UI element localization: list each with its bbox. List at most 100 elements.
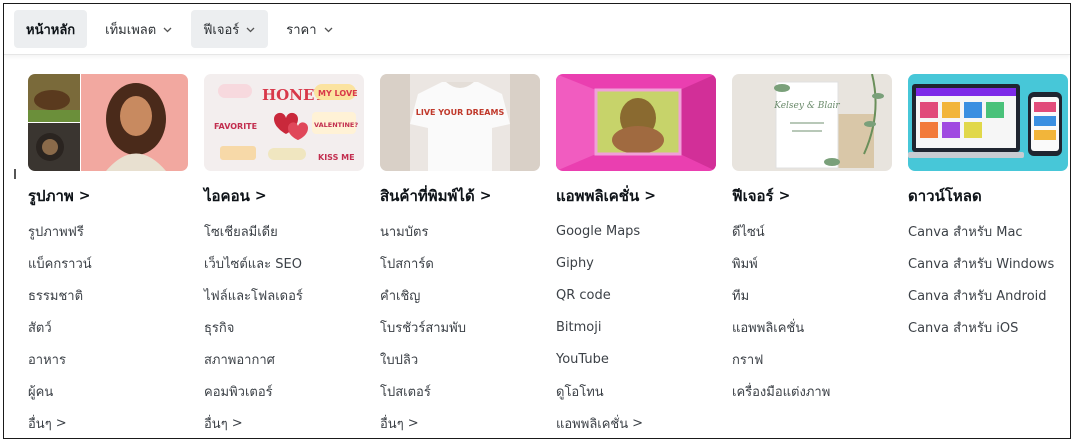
menu-link[interactable]: Canva สำหรับ Android xyxy=(908,279,1068,311)
column-title-text: รูปภาพ xyxy=(28,187,74,205)
menu-link[interactable]: Canva สำหรับ iOS xyxy=(908,311,1068,343)
nav-features[interactable]: ฟีเจอร์ xyxy=(191,10,269,48)
chevron-right-icon: > xyxy=(78,188,91,204)
menu-link[interactable]: แบ็คกราวน์ xyxy=(28,247,188,279)
link-text: ไฟล์และโฟลเดอร์ xyxy=(204,288,303,304)
menu-link[interactable]: โปสการ์ด xyxy=(380,247,540,279)
menu-link[interactable]: รูปภาพฟรี xyxy=(28,215,188,247)
column-title-text: แอพพลิเคชั่น xyxy=(556,187,640,205)
chevron-right-icon: > xyxy=(632,415,644,431)
link-text: โซเชียลมีเดีย xyxy=(204,224,278,240)
menu-link[interactable]: สัตว์ xyxy=(28,311,188,343)
link-text: แบ็คกราวน์ xyxy=(28,256,92,272)
menu-link[interactable]: โปสเตอร์ xyxy=(380,375,540,407)
column-title-text: ดาวน์โหลด xyxy=(908,187,982,205)
top-nav: หน้าหลัก เท็มเพลต ฟีเจอร์ ราคา xyxy=(4,4,1070,55)
chevron-right-icon: > xyxy=(479,188,492,204)
column-title-photos[interactable]: รูปภาพ > xyxy=(28,185,188,207)
nav-pricing-label: ราคา xyxy=(286,22,317,38)
menu-link[interactable]: ดูโอโทน xyxy=(556,375,716,407)
link-text: แอพพลิเคชั่น xyxy=(732,320,805,336)
nav-home-label: หน้าหลัก xyxy=(26,22,76,38)
menu-link[interactable]: ธรรมชาติ xyxy=(28,279,188,311)
menu-link[interactable]: คำเชิญ xyxy=(380,279,540,311)
link-text: ดีไซน์ xyxy=(732,224,765,240)
menu-link[interactable]: โซเชียลมีเดีย xyxy=(204,215,364,247)
menu-link[interactable]: ทีม xyxy=(732,279,892,311)
link-text: เครื่องมือแต่งภาพ xyxy=(732,384,831,400)
chevron-right-icon: > xyxy=(407,415,419,431)
icons-kiss-me-text: KISS ME xyxy=(318,153,355,162)
menu-link[interactable]: กราฟ xyxy=(732,343,892,375)
menu-link[interactable]: สภาพอากาศ xyxy=(204,343,364,375)
chevron-right-icon: > xyxy=(254,188,267,204)
link-text: อื่นๆ xyxy=(28,416,52,432)
chevron-right-icon: > xyxy=(644,188,656,204)
menu-link[interactable]: QR code xyxy=(556,279,716,311)
link-text: อื่นๆ xyxy=(380,416,404,432)
menu-link[interactable]: พิมพ์ xyxy=(732,247,892,279)
chevron-down-icon xyxy=(323,24,334,35)
menu-link[interactable]: แอพพลิเคชั่น xyxy=(732,311,892,343)
printables-thumbnail[interactable]: LIVE YOUR DREAMS xyxy=(380,74,540,171)
chevron-down-icon xyxy=(162,24,173,35)
menu-column-features: Kelsey & Blair ฟีเจอร์ > ดีไซน์ พิมพ์ ที… xyxy=(732,74,892,438)
menu-link[interactable]: นามบัตร xyxy=(380,215,540,247)
nav-templates-label: เท็มเพลต xyxy=(105,22,157,38)
link-text: เว็บไซต์และ SEO xyxy=(204,256,302,272)
menu-link[interactable]: คอมพิวเตอร์ xyxy=(204,375,364,407)
menu-link[interactable]: ไฟล์และโฟลเดอร์ xyxy=(204,279,364,311)
invite-script-text: Kelsey & Blair xyxy=(773,101,840,111)
menu-link[interactable]: เว็บไซต์และ SEO xyxy=(204,247,364,279)
menu-link[interactable]: Google Maps xyxy=(556,215,716,247)
nav-templates[interactable]: เท็มเพลต xyxy=(93,10,185,48)
link-text: Canva สำหรับ Windows xyxy=(908,256,1055,272)
menu-link[interactable]: โบรชัวร์สามพับ xyxy=(380,311,540,343)
menu-link[interactable]: ดีไซน์ xyxy=(732,215,892,247)
link-text: ทีม xyxy=(732,288,750,304)
menu-column-printables: LIVE YOUR DREAMS สินค้าที่พิมพ์ได้ > นาม… xyxy=(380,74,540,438)
nav-home[interactable]: หน้าหลัก xyxy=(14,10,88,48)
link-text: อื่นๆ xyxy=(204,416,228,432)
link-text: Giphy xyxy=(556,255,594,271)
column-title-apps[interactable]: แอพพลิเคชั่น > xyxy=(556,185,716,207)
menu-link[interactable]: ธุรกิจ xyxy=(204,311,364,343)
menu-link-more[interactable]: อื่นๆ > xyxy=(204,407,364,438)
mega-menu-window: หน้าหลัก เท็มเพลต ฟีเจอร์ ราคา รูปภาพ > … xyxy=(3,3,1071,439)
download-thumbnail[interactable] xyxy=(908,74,1068,171)
column-title-icons[interactable]: ไอคอน > xyxy=(204,185,364,207)
menu-link[interactable]: Giphy xyxy=(556,247,716,279)
chevron-right-icon: > xyxy=(231,415,243,431)
menu-link[interactable]: Canva สำหรับ Mac xyxy=(908,215,1068,247)
link-text: โปสเตอร์ xyxy=(380,384,431,400)
link-text: พิมพ์ xyxy=(732,256,758,272)
column-title-features[interactable]: ฟีเจอร์ > xyxy=(732,185,892,207)
icons-thumbnail[interactable]: HONEY MY LOVE FAVORITE VALENTINE? KISS M… xyxy=(204,74,364,171)
column-title-download[interactable]: ดาวน์โหลด xyxy=(908,185,1068,207)
menu-column-icons: HONEY MY LOVE FAVORITE VALENTINE? KISS M… xyxy=(204,74,364,438)
menu-link[interactable]: อาหาร xyxy=(28,343,188,375)
link-text: นามบัตร xyxy=(380,224,429,240)
column-title-text: ไอคอน xyxy=(204,187,250,205)
menu-link[interactable]: Bitmoji xyxy=(556,311,716,343)
icons-valentine-text: VALENTINE? xyxy=(314,121,358,129)
mega-menu: รูปภาพ > รูปภาพฟรี แบ็คกราวน์ ธรรมชาติ ส… xyxy=(28,74,1070,438)
menu-link[interactable]: Canva สำหรับ Windows xyxy=(908,247,1068,279)
column-title-printables[interactable]: สินค้าที่พิมพ์ได้ > xyxy=(380,185,540,207)
menu-link[interactable]: ผู้คน xyxy=(28,375,188,407)
chevron-right-icon: > xyxy=(778,188,791,204)
menu-link[interactable]: เครื่องมือแต่งภาพ xyxy=(732,375,892,407)
column-title-text: สินค้าที่พิมพ์ได้ xyxy=(380,187,475,205)
features-thumbnail[interactable]: Kelsey & Blair xyxy=(732,74,892,171)
menu-link[interactable]: YouTube xyxy=(556,343,716,375)
apps-thumbnail[interactable] xyxy=(556,74,716,171)
photos-thumbnail[interactable] xyxy=(28,74,188,171)
link-text: QR code xyxy=(556,287,611,303)
nav-pricing[interactable]: ราคา xyxy=(274,10,345,48)
icons-favorite-text: FAVORITE xyxy=(214,122,257,131)
menu-link-more[interactable]: อื่นๆ > xyxy=(380,407,540,438)
menu-link-more[interactable]: แอพพลิเคชั่น > xyxy=(556,407,716,438)
menu-link[interactable]: ใบปลิว xyxy=(380,343,540,375)
menu-link-more[interactable]: อื่นๆ > xyxy=(28,407,188,438)
link-text: Canva สำหรับ Android xyxy=(908,288,1047,304)
